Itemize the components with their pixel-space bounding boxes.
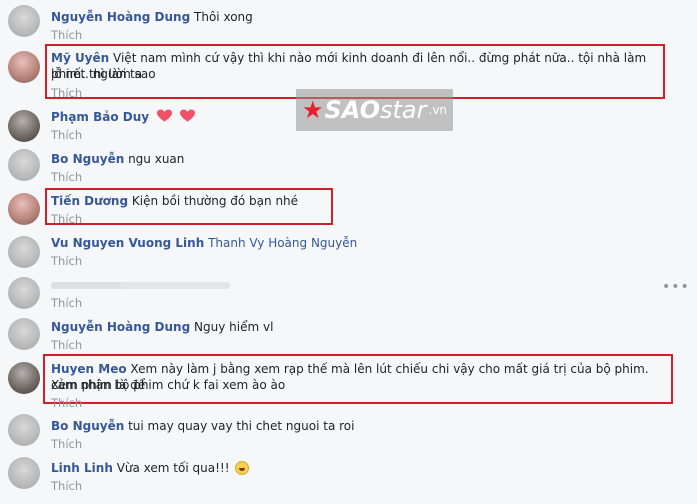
laughing-emoji-icon bbox=[235, 461, 250, 475]
commenter-name[interactable]: Mỹ Uyên bbox=[51, 51, 109, 65]
like-link[interactable]: Thích bbox=[51, 296, 82, 310]
avatar[interactable] bbox=[8, 362, 40, 394]
like-link[interactable]: Thích bbox=[51, 254, 82, 268]
avatar[interactable] bbox=[8, 193, 40, 225]
commenter-name[interactable]: Linh Linh bbox=[51, 461, 113, 475]
comment-text: lỗ nết thì làm sao bbox=[51, 67, 156, 81]
comment-line: Bo Nguyễn ngu xuan bbox=[51, 151, 667, 167]
comment-text: Vừa xem tối qua!!! bbox=[116, 461, 230, 475]
comment-line: Nguyễn Hoàng Dung Nguy hiểm vl bbox=[51, 319, 667, 335]
like-link[interactable]: Thích bbox=[51, 86, 82, 100]
like-link[interactable]: Thích bbox=[51, 212, 82, 226]
avatar[interactable] bbox=[8, 110, 40, 142]
avatar[interactable] bbox=[8, 414, 40, 446]
comment-line: Linh Linh Vừa xem tối qua!!! bbox=[51, 460, 667, 476]
commenter-name[interactable]: Tiến Dương bbox=[51, 194, 128, 208]
avatar[interactable] bbox=[8, 51, 40, 83]
comment-text: Thôi xong bbox=[194, 10, 253, 24]
commenter-name[interactable]: Nguyễn Hoàng Dung bbox=[51, 10, 190, 24]
comment-line-continued: cảm nhận bộ phim chứ k fai xem ào ào bbox=[51, 377, 667, 393]
avatar[interactable] bbox=[8, 457, 40, 489]
more-options-icon[interactable]: ••• bbox=[662, 279, 690, 295]
like-link[interactable]: Thích bbox=[51, 128, 82, 142]
comment-text: cảm nhận bộ phim chứ k fai xem ào ào bbox=[51, 378, 286, 392]
comment-text: ngu xuan bbox=[128, 152, 185, 166]
commenter-name[interactable]: Vu Nguyen Vuong Linh bbox=[51, 236, 204, 250]
comment-text: Nguy hiểm vl bbox=[194, 320, 274, 334]
commenter-name[interactable]: Bo Nguyễn bbox=[51, 152, 124, 166]
avatar[interactable] bbox=[8, 149, 40, 181]
like-link[interactable]: Thích bbox=[51, 170, 82, 184]
like-link[interactable]: Thích bbox=[51, 396, 82, 410]
comment-text: Kiện bồi thường đó bạn nhé bbox=[131, 194, 299, 208]
avatar[interactable] bbox=[8, 236, 40, 268]
comment-line: Nguyễn Hoàng Dung Thôi xong bbox=[51, 9, 667, 25]
commenter-name[interactable]: Phạm Bảo Duy bbox=[51, 110, 149, 124]
like-link[interactable]: Thích bbox=[51, 437, 82, 451]
heart-icon bbox=[179, 109, 195, 122]
heart-icon bbox=[156, 109, 172, 122]
avatar[interactable] bbox=[8, 277, 40, 309]
like-link[interactable]: Thích bbox=[51, 479, 82, 493]
blurred-text bbox=[120, 282, 230, 289]
comment-line: Phạm Bảo Duy bbox=[51, 109, 667, 125]
commenter-name[interactable]: Bo Nguyễn bbox=[51, 419, 124, 433]
like-link[interactable]: Thích bbox=[51, 28, 82, 42]
avatar[interactable] bbox=[8, 5, 40, 37]
comment-line: Vu Nguyen Vuong Linh Thanh Vy Hoàng Nguy… bbox=[51, 235, 667, 251]
commenter-name[interactable]: Nguyễn Hoàng Dung bbox=[51, 320, 190, 334]
like-link[interactable]: Thích bbox=[51, 338, 82, 352]
comment-line: Tiến Dương Kiện bồi thường đó bạn nhé bbox=[51, 193, 667, 209]
commenter-name[interactable]: Huyen Meo bbox=[51, 362, 127, 376]
comment-line-continued: lỗ nết thì làm sao bbox=[51, 66, 667, 82]
comment-text: tui may quay vay thi chet nguoi ta roi bbox=[128, 419, 355, 433]
tagged-user-link[interactable]: Thanh Vy Hoàng Nguyễn bbox=[208, 236, 357, 250]
comment-line: Bo Nguyễn tui may quay vay thi chet nguo… bbox=[51, 418, 667, 434]
avatar[interactable] bbox=[8, 318, 40, 350]
